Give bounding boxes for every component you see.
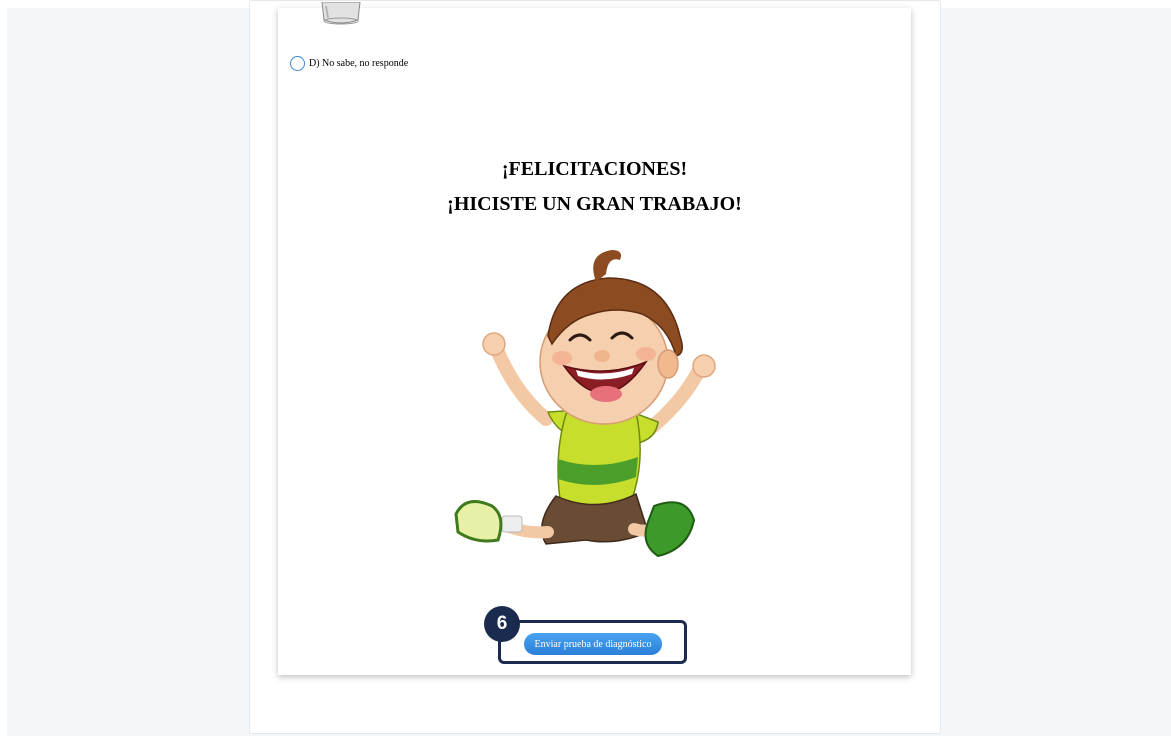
step-number-badge: 6 (484, 606, 520, 642)
option-d-radio[interactable] (290, 56, 305, 71)
congrats-heading: ¡FELICITACIONES! (501, 158, 688, 180)
option-d-label: D) No sabe, no responde (309, 58, 409, 69)
option-d-row[interactable]: D) No sabe, no responde (290, 56, 408, 71)
submit-diagnostic-button[interactable]: Enviar prueba de diagnóstico (524, 633, 662, 655)
page-background: D) No sabe, no responde ¡FELICITACIONES!… (7, 0, 1171, 736)
cup-image-partial (321, 2, 361, 25)
diagnostic-test-sheet: D) No sabe, no responde ¡FELICITACIONES!… (278, 2, 911, 675)
celebrating-boy-illustration (454, 250, 716, 558)
great-job-heading: ¡HICISTE UN GRAN TRABAJO! (447, 193, 742, 215)
